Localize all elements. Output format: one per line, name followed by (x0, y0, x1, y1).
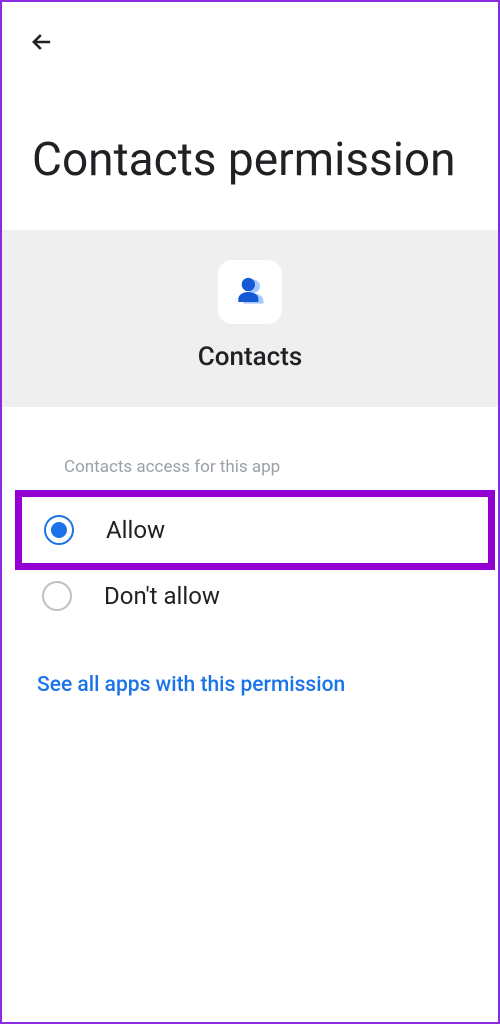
radio-label-allow: Allow (106, 516, 165, 544)
permission-name: Contacts (198, 342, 302, 372)
section-label: Contacts access for this app (2, 407, 498, 497)
radio-button-selected-icon (44, 515, 74, 545)
page-title: Contacts permission (2, 72, 498, 230)
radio-option-dont-allow[interactable]: Don't allow (2, 563, 498, 629)
contacts-icon (230, 272, 270, 312)
radio-option-allow[interactable]: Allow (22, 497, 488, 563)
radio-button-unselected-icon (42, 581, 72, 611)
back-button[interactable] (22, 22, 62, 62)
permission-banner: Contacts (2, 230, 498, 407)
radio-label-dont-allow: Don't allow (104, 582, 220, 610)
see-all-apps-link[interactable]: See all apps with this permission (2, 629, 498, 697)
permission-icon-box (218, 260, 282, 324)
back-arrow-icon (28, 28, 56, 56)
